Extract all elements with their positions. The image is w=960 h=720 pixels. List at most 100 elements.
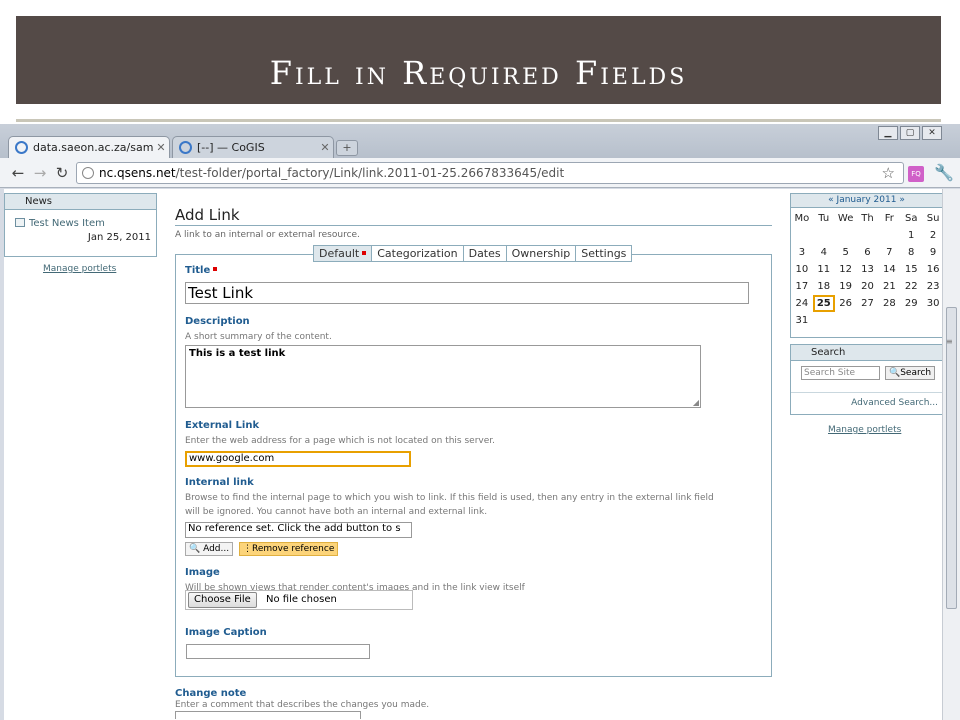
calendar-day[interactable]: 7 <box>878 244 900 261</box>
calendar-day[interactable]: 15 <box>900 261 922 278</box>
advanced-search-link[interactable]: Advanced Search... <box>851 398 938 408</box>
description-textarea[interactable]: This is a test link ◢ <box>185 345 701 408</box>
description-field-label: Description <box>185 316 250 327</box>
search-portlet: Search Search Site 🔍Search Advanced Sear… <box>790 344 942 415</box>
calendar-day[interactable]: 24 <box>791 295 813 312</box>
calendar-day[interactable]: 6 <box>857 244 879 261</box>
calendar-day[interactable]: 27 <box>857 295 879 312</box>
manage-portlets-right-link[interactable]: Manage portlets <box>828 425 901 435</box>
bookmark-star-icon[interactable]: ☆ <box>882 163 895 183</box>
calendar-day[interactable]: 8 <box>900 244 922 261</box>
minimize-icon[interactable]: ▁ <box>878 126 898 140</box>
change-note-help: Enter a comment that describes the chang… <box>175 700 430 710</box>
search-input[interactable]: Search Site <box>801 366 880 380</box>
internal-link-reference[interactable]: No reference set. Click the add button t… <box>185 522 412 538</box>
calendar-day[interactable]: 23 <box>922 278 942 295</box>
close-tab-icon[interactable]: ✕ <box>317 141 333 154</box>
calendar-day[interactable]: 17 <box>791 278 813 295</box>
calendar-day[interactable]: 5 <box>835 244 857 261</box>
calendar-next-month[interactable]: » <box>899 195 905 205</box>
add-reference-label: Add... <box>203 544 230 554</box>
calendar-day[interactable]: 3 <box>791 244 813 261</box>
extension-icon[interactable]: FQ <box>908 166 924 182</box>
close-window-icon[interactable]: ✕ <box>922 126 942 140</box>
calendar-today[interactable]: 25 <box>812 295 835 312</box>
search-portlet-header: Search <box>791 345 942 361</box>
scroll-grip-icon: ≡ <box>946 337 953 346</box>
calendar-day[interactable]: 29 <box>900 295 922 312</box>
image-caption-input[interactable] <box>186 644 370 659</box>
browser-tab-cogis[interactable]: [--] — CoGIS ✕ <box>172 136 334 158</box>
calendar-day[interactable]: 12 <box>835 261 857 278</box>
remove-reference-label: Remove reference <box>252 544 335 554</box>
internal-link-label: Internal link <box>185 477 254 488</box>
remove-reference-button[interactable]: ⋮Remove reference <box>239 542 339 556</box>
tab-strip: data.saeon.ac.za/sample-... ✕ [--] — CoG… <box>0 124 960 158</box>
wrench-menu-icon[interactable]: 🔧 <box>934 163 954 182</box>
forward-arrow-icon[interactable]: → <box>30 163 50 183</box>
change-note-input[interactable] <box>175 711 361 719</box>
browser-toolbar: ← → ↻ nc.qsens.net/test-folder/portal_fa… <box>0 158 960 188</box>
resize-grip-icon[interactable]: ◢ <box>693 398 699 407</box>
title-field-label: Title <box>185 265 218 276</box>
add-reference-button[interactable]: 🔍 Add... <box>185 542 234 556</box>
calendar-day[interactable]: 20 <box>857 278 879 295</box>
image-label: Image <box>185 567 220 578</box>
close-tab-icon[interactable]: ✕ <box>153 141 169 154</box>
calendar-weekday: We <box>837 213 854 224</box>
calendar-prev-month[interactable]: « <box>828 195 834 205</box>
site-favicon-icon <box>15 141 28 154</box>
new-tab-button[interactable]: + <box>336 140 358 156</box>
tab-dates[interactable]: Dates <box>463 245 507 262</box>
calendar-day[interactable]: 26 <box>835 295 857 312</box>
calendar-day[interactable]: 28 <box>878 295 900 312</box>
calendar-day[interactable]: 4 <box>813 244 835 261</box>
window-controls: ▁ ▢ ✕ <box>878 126 942 140</box>
calendar-blank <box>878 227 900 244</box>
calendar-day[interactable]: 21 <box>878 278 900 295</box>
title-input[interactable]: Test Link <box>185 282 749 304</box>
calendar-day[interactable]: 19 <box>835 278 857 295</box>
calendar-day[interactable]: 14 <box>878 261 900 278</box>
tab-categorization[interactable]: Categorization <box>372 245 464 262</box>
calendar-day[interactable]: 30 <box>922 295 942 312</box>
file-status: No file chosen <box>266 594 337 605</box>
reload-icon[interactable]: ↻ <box>52 163 72 183</box>
page-viewport: News Test News Item Jan 25, 2011 Manage … <box>4 189 942 720</box>
news-item-title: Test News Item <box>29 218 105 229</box>
external-link-input[interactable]: www.google.com <box>185 451 411 467</box>
change-note-label: Change note <box>175 688 247 699</box>
url-path: /test-folder/portal_factory/Link/link.20… <box>175 166 565 180</box>
calendar-weekday: Tu <box>818 213 830 224</box>
calendar-day[interactable]: 9 <box>922 244 942 261</box>
tab-default[interactable]: Default <box>313 245 373 262</box>
calendar-day[interactable]: 16 <box>922 261 942 278</box>
manage-portlets-left-link[interactable]: Manage portlets <box>43 264 116 274</box>
calendar-day[interactable]: 18 <box>813 278 835 295</box>
address-bar[interactable]: nc.qsens.net/test-folder/portal_factory/… <box>76 162 904 184</box>
news-item-link[interactable]: Test News Item <box>15 218 105 229</box>
choose-file-button[interactable]: Choose File <box>188 592 257 608</box>
title-label-text: Title <box>185 265 211 276</box>
calendar-day[interactable]: 2 <box>922 227 942 244</box>
scrollbar-thumb[interactable] <box>946 307 957 609</box>
back-arrow-icon[interactable]: ← <box>8 163 28 183</box>
browser-tab-label: [--] — CoGIS <box>197 141 265 154</box>
tab-ownership[interactable]: Ownership <box>506 245 577 262</box>
page-info-icon[interactable] <box>82 167 94 179</box>
url-host: nc.qsens.net <box>99 166 176 180</box>
calendar-day[interactable]: 22 <box>900 278 922 295</box>
vertical-scrollbar[interactable]: ≡ <box>942 189 960 720</box>
tab-settings[interactable]: Settings <box>576 245 633 262</box>
calendar-day[interactable]: 31 <box>791 312 813 329</box>
calendar-day[interactable]: 13 <box>857 261 879 278</box>
calendar-day[interactable]: 10 <box>791 261 813 278</box>
calendar-day[interactable]: 11 <box>813 261 835 278</box>
calendar-day[interactable]: 1 <box>900 227 922 244</box>
search-button[interactable]: 🔍Search <box>885 366 936 380</box>
maximize-icon[interactable]: ▢ <box>900 126 920 140</box>
news-item-date: Jan 25, 2011 <box>87 232 151 243</box>
browser-tab-saeon[interactable]: data.saeon.ac.za/sample-... ✕ <box>8 136 170 158</box>
external-link-label: External Link <box>185 420 260 431</box>
news-portlet-header: News <box>5 194 156 210</box>
